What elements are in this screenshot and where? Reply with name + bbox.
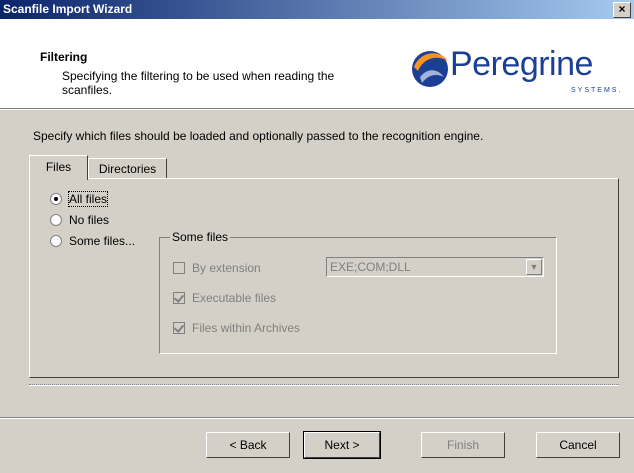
radio-some-files-label: Some files... xyxy=(69,234,136,248)
peregrine-logo: Peregrine SYSTEMS. xyxy=(408,43,634,103)
radio-circle-icon[interactable] xyxy=(50,235,62,247)
logo-subtext: SYSTEMS. xyxy=(571,87,623,94)
finish-button[interactable]: Finish xyxy=(421,432,505,458)
title-bar: Scanfile Import Wizard × xyxy=(0,0,634,19)
radio-no-files-label: No files xyxy=(69,213,110,227)
tab-directories[interactable]: Directories xyxy=(88,158,167,179)
checkbox-executable-files[interactable]: Executable files xyxy=(173,291,276,305)
extension-value: EXE;COM;DLL xyxy=(330,260,411,274)
checkbox-files-within-archives[interactable]: Files within Archives xyxy=(173,321,300,335)
footer-divider xyxy=(0,417,634,419)
header-divider xyxy=(0,108,634,110)
extension-combobox[interactable]: EXE;COM;DLL ▼ xyxy=(326,257,544,277)
radio-circle-icon[interactable] xyxy=(50,193,62,205)
checkbox-icon[interactable] xyxy=(173,262,185,274)
checkbox-by-extension[interactable]: By extension xyxy=(173,261,261,275)
radio-all-files[interactable]: All files xyxy=(50,191,109,207)
checkbox-icon[interactable] xyxy=(173,322,185,334)
tab-files-label: Files xyxy=(45,160,72,174)
some-files-group-label: Some files xyxy=(170,230,231,244)
window-title: Scanfile Import Wizard xyxy=(3,2,133,16)
checkbox-executable-files-label: Executable files xyxy=(192,291,277,305)
next-button[interactable]: Next > xyxy=(303,431,381,459)
logo-wordmark: Peregrine xyxy=(450,45,593,83)
chevron-down-icon[interactable]: ▼ xyxy=(526,259,542,275)
radio-all-files-label: All files xyxy=(67,191,109,207)
page-title: Filtering xyxy=(40,50,88,64)
checkbox-by-extension-label: By extension xyxy=(192,261,261,275)
tab-directories-label: Directories xyxy=(98,162,157,176)
peregrine-swirl-icon xyxy=(412,51,448,87)
radio-circle-icon[interactable] xyxy=(50,214,62,226)
instruction-text: Specify which files should be loaded and… xyxy=(33,129,484,143)
close-icon[interactable]: × xyxy=(613,2,631,18)
page-subtitle: Specifying the filtering to be used when… xyxy=(62,69,335,97)
radio-some-files[interactable]: Some files... xyxy=(50,234,135,248)
back-button[interactable]: < Back xyxy=(206,432,290,458)
checkbox-files-within-archives-label: Files within Archives xyxy=(192,321,301,335)
cancel-button[interactable]: Cancel xyxy=(536,432,620,458)
panel-bottom-divider xyxy=(29,384,619,386)
checkbox-icon[interactable] xyxy=(173,292,185,304)
wizard-header: Filtering Specifying the filtering to be… xyxy=(0,19,634,108)
tab-files[interactable]: Files xyxy=(29,155,88,180)
radio-no-files[interactable]: No files xyxy=(50,213,109,227)
